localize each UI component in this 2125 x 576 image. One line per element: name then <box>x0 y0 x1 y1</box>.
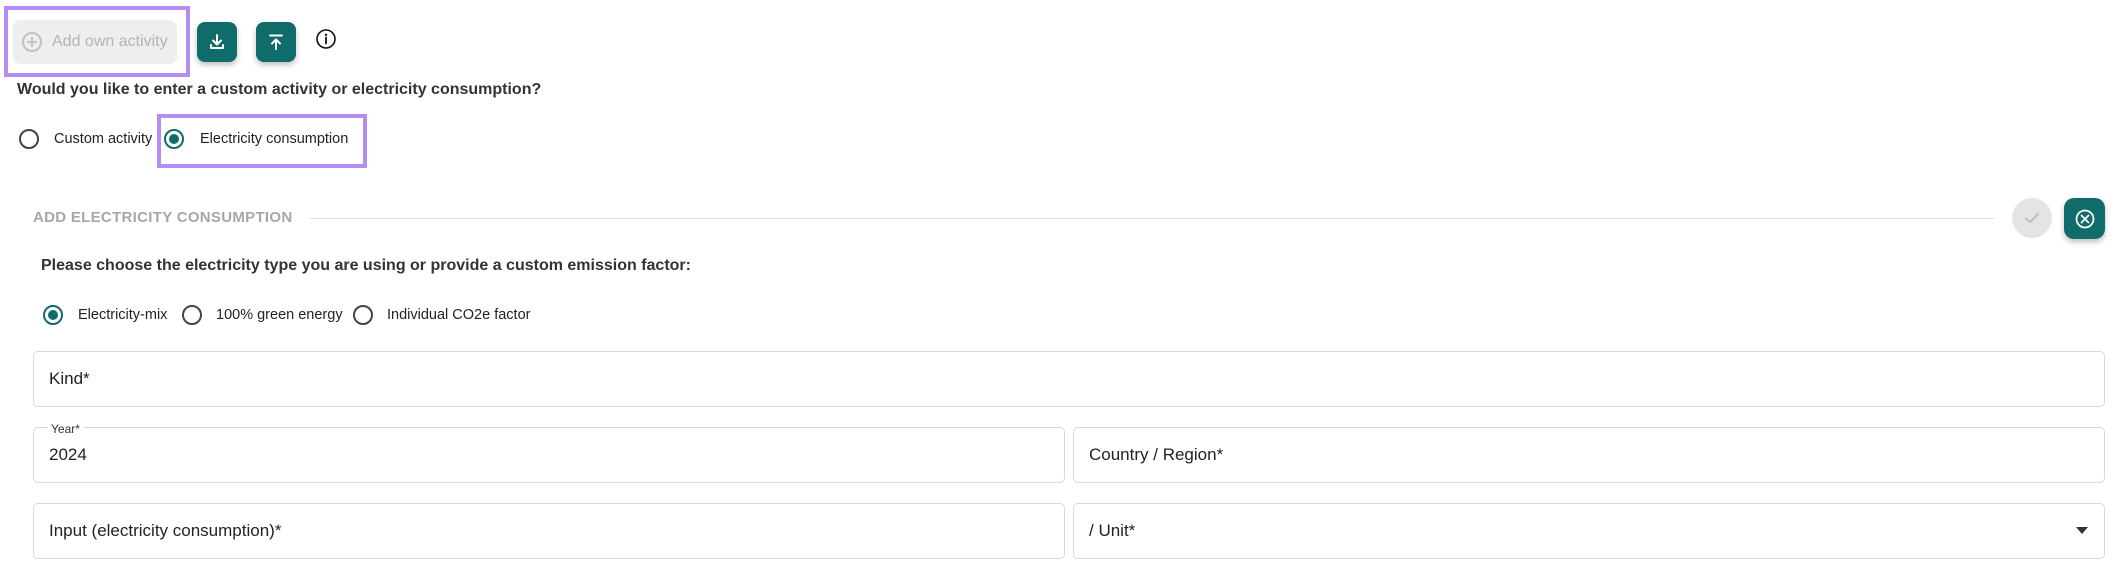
radio-button[interactable] <box>43 305 63 325</box>
country-region-input[interactable] <box>1089 445 2104 465</box>
radio-custom-activity[interactable]: Custom activity <box>19 129 152 149</box>
info-icon[interactable] <box>315 28 337 50</box>
close-circle-icon <box>2075 209 2094 228</box>
unit-select-label: / Unit* <box>1089 521 1136 540</box>
plus-circle-icon <box>22 32 42 52</box>
radio-label: Electricity consumption <box>200 131 349 147</box>
radio-label: Individual CO2e factor <box>387 307 531 323</box>
section-divider <box>300 218 1995 219</box>
radio-button[interactable] <box>182 305 202 325</box>
chevron-down-icon[interactable] <box>2076 527 2088 534</box>
custom-entry-question: Would you like to enter a custom activit… <box>17 81 542 98</box>
radio-button[interactable] <box>353 305 373 325</box>
year-input[interactable] <box>49 445 1064 465</box>
radio-label: 100% green energy <box>216 307 343 323</box>
electricity-input-field[interactable] <box>33 503 1065 559</box>
electricity-type-prompt: Please choose the electricity type you a… <box>41 257 691 274</box>
radio-electricity-mix[interactable]: Electricity-mix <box>43 305 167 325</box>
confirm-button[interactable] <box>2012 198 2052 238</box>
add-own-activity-button[interactable]: Add own activity <box>13 20 177 64</box>
upload-button[interactable] <box>256 22 296 62</box>
upload-icon <box>269 34 283 50</box>
radio-button[interactable] <box>164 129 184 149</box>
add-own-activity-label: Add own activity <box>52 33 168 50</box>
section-title: ADD ELECTRICITY CONSUMPTION <box>33 209 309 226</box>
page: Add own activity Would you like to enter… <box>0 0 2125 576</box>
year-field[interactable]: Year* <box>33 422 1065 483</box>
radio-green-energy[interactable]: 100% green energy <box>182 305 343 325</box>
cancel-button[interactable] <box>2064 198 2105 239</box>
radio-electricity-consumption[interactable]: Electricity consumption <box>164 129 348 149</box>
unit-select[interactable]: / Unit* <box>1073 503 2105 559</box>
check-icon <box>2025 213 2039 223</box>
electricity-consumption-input[interactable] <box>49 521 1064 541</box>
radio-button[interactable] <box>19 129 39 149</box>
radio-label: Electricity-mix <box>78 307 168 323</box>
download-button[interactable] <box>197 22 237 62</box>
toolbar: Add own activity <box>0 0 2125 80</box>
country-region-field[interactable] <box>1073 427 2105 483</box>
download-icon <box>210 34 224 49</box>
kind-input[interactable] <box>49 369 2104 389</box>
kind-field[interactable] <box>33 351 2105 407</box>
radio-individual-co2e[interactable]: Individual CO2e factor <box>353 305 530 325</box>
year-label: Year* <box>48 422 83 436</box>
radio-label: Custom activity <box>54 131 153 147</box>
